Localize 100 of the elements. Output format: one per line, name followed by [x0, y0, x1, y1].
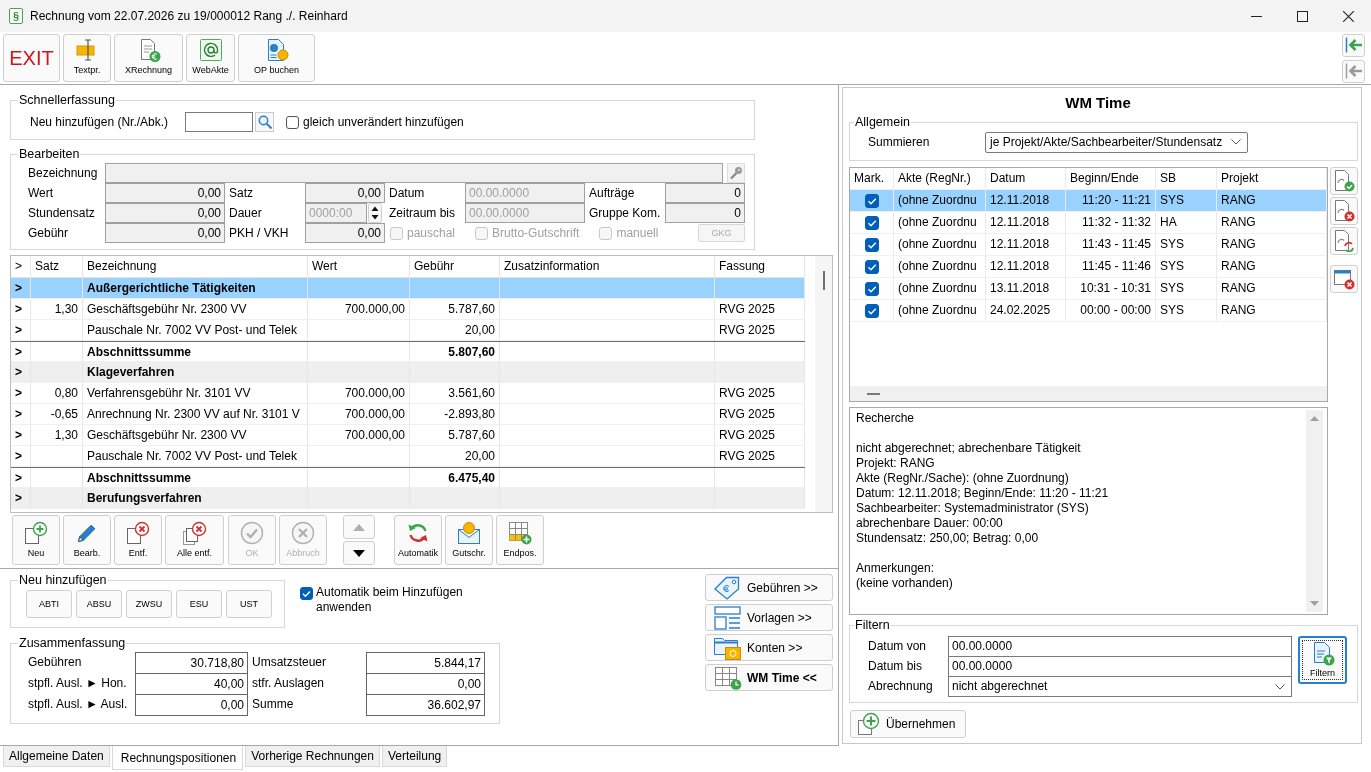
table-row[interactable]: > 1,30 Geschäftsgebühr Nr. 2300 VV 700.000,00 5.787,60 RVG 2025: [11, 425, 805, 446]
tab[interactable]: Allgemeine Daten: [3, 746, 110, 767]
input-field[interactable]: 0,00: [105, 183, 225, 203]
checkbox[interactable]: [864, 303, 879, 318]
table-row[interactable]: > Klageverfahren: [11, 362, 805, 383]
toolbar-button[interactable]: XRechnung: [114, 34, 183, 82]
add-button[interactable]: UST: [226, 590, 272, 618]
scroll-up-icon[interactable]: [1310, 416, 1319, 421]
table-row[interactable]: (ohne Zuordnu 12.11.2018 11:20 - 11:21 SYS RANG: [850, 190, 1327, 212]
action-button[interactable]: Entf.: [114, 515, 162, 565]
checkbox[interactable]: [864, 193, 879, 208]
window-title: Rechnung vom 22.07.2026 zu 19/000012 Rang ./. Reinhard: [30, 9, 348, 23]
group-title: Allgemein: [854, 115, 911, 130]
nav-button[interactable]: WM Time <<: [705, 664, 833, 691]
input-field[interactable]: [105, 163, 723, 183]
checkbox-label[interactable]: Automatik beim Hinzufügen anwenden: [316, 585, 481, 615]
table-cell: Außergerichtliche Tätigkeiten: [83, 278, 308, 298]
table-row[interactable]: > 1,30 Geschäftsgebühr Nr. 2300 VV 700.000,00 5.787,60 RVG 2025: [11, 299, 805, 320]
filter-button[interactable]: Filtern: [1298, 636, 1347, 684]
toolbar-button[interactable]: EXIT: [3, 34, 60, 82]
action-button[interactable]: Automatik: [394, 515, 442, 565]
nav-button[interactable]: Vorlagen >>: [705, 604, 833, 631]
column-header[interactable]: Mark.: [850, 168, 894, 189]
scrollbar-thumb[interactable]: [867, 392, 880, 395]
table-row[interactable]: > Berufungsverfahren: [11, 488, 805, 509]
side-button[interactable]: [1330, 265, 1358, 293]
toolbar-button[interactable]: OP buchen: [238, 34, 315, 82]
tab[interactable]: Verteilung: [381, 746, 448, 767]
column-header[interactable]: Beginn/Ende: [1066, 168, 1156, 189]
input-field[interactable]: 00.00.0000: [948, 656, 1292, 677]
checkbox[interactable]: [300, 587, 313, 600]
scrollbar-thumb[interactable]: [822, 271, 825, 290]
column-header[interactable]: Akte (RegNr.): [894, 168, 986, 189]
toolbar-button[interactable]: Textpr.: [63, 34, 111, 82]
add-button[interactable]: ABSU: [76, 590, 122, 618]
table-row[interactable]: > 0,80 Verfahrensgebühr Nr. 3101 VV 700.000,00 3.561,60 RVG 2025: [11, 383, 805, 404]
column-header[interactable]: Zusatzinformation: [500, 256, 715, 277]
column-header[interactable]: Fassung: [715, 256, 805, 277]
side-button[interactable]: [1330, 197, 1358, 225]
add-button[interactable]: ESU: [176, 590, 222, 618]
input-field[interactable]: 0,00: [105, 223, 225, 243]
minimize-icon[interactable]: [1250, 15, 1262, 17]
apply-button[interactable]: Übernehmen: [850, 710, 966, 738]
nav-button[interactable]: Gebühren >>: [705, 574, 833, 601]
input-field[interactable]: 0,00: [105, 203, 225, 223]
action-button[interactable]: Neu: [12, 515, 60, 565]
checkbox[interactable]: [864, 281, 879, 296]
tab[interactable]: Vorherige Rechnungen: [245, 746, 380, 767]
table-row[interactable]: (ohne Zuordnu 24.02.2025 00:00 - 00:00 SYS RANG: [850, 300, 1327, 322]
tab[interactable]: Rechnungspositionen: [111, 746, 244, 770]
move-down-button[interactable]: [343, 541, 375, 565]
input-field[interactable]: 0: [665, 203, 745, 223]
column-header[interactable]: >: [11, 256, 31, 277]
table-row[interactable]: > Pauschale Nr. 7002 VV Post- und Telek 20,00 RVG 2025: [11, 320, 805, 341]
input-field[interactable]: 0,00: [305, 183, 385, 203]
checkbox[interactable]: [864, 259, 879, 274]
search-button[interactable]: [255, 112, 274, 132]
column-header[interactable]: Datum: [986, 168, 1066, 189]
table-row[interactable]: (ohne Zuordnu 12.11.2018 11:45 - 11:46 SYS RANG: [850, 256, 1327, 278]
action-button[interactable]: Bearb.: [63, 515, 111, 565]
table-row[interactable]: (ohne Zuordnu 12.11.2018 11:32 - 11:32 HA RANG: [850, 212, 1327, 234]
input-field[interactable]: 0,00: [305, 223, 385, 243]
close-icon[interactable]: [1342, 10, 1354, 22]
vertical-scrollbar[interactable]: [815, 256, 832, 512]
input-field[interactable]: [185, 112, 253, 132]
action-button[interactable]: Gutschr.: [445, 515, 493, 565]
table-row[interactable]: > Pauschale Nr. 7002 VV Post- und Telek 20,00 RVG 2025: [11, 446, 805, 467]
input-field[interactable]: 00.00.0000: [948, 636, 1292, 657]
toolbar-button[interactable]: WebAkte: [186, 34, 235, 82]
scroll-down-icon[interactable]: [1310, 601, 1319, 606]
column-header[interactable]: Wert: [308, 256, 410, 277]
input-field[interactable]: 0: [665, 183, 745, 203]
dropdown[interactable]: je Projekt/Akte/Sachbearbeiter/Stundensatz: [985, 131, 1248, 153]
table-row[interactable]: (ohne Zuordnu 12.11.2018 11:43 - 11:45 SYS RANG: [850, 234, 1327, 256]
column-header[interactable]: SB: [1156, 168, 1217, 189]
side-button[interactable]: [1330, 167, 1358, 195]
column-header[interactable]: Projekt: [1217, 168, 1327, 189]
spinner-icon[interactable]: [368, 203, 382, 223]
vertical-scrollbar[interactable]: [1306, 410, 1323, 612]
maximize-icon[interactable]: [1296, 10, 1308, 22]
checkbox[interactable]: [286, 115, 299, 129]
checkbox[interactable]: [864, 237, 879, 252]
add-button[interactable]: ABTI: [26, 590, 72, 618]
checkbox-label[interactable]: gleich unverändert hinzufügen: [303, 115, 464, 129]
column-header[interactable]: Bezeichnung: [83, 256, 308, 277]
column-header[interactable]: Satz: [31, 256, 83, 277]
horizontal-scrollbar[interactable]: [850, 386, 1327, 401]
tool-button[interactable]: [727, 163, 745, 183]
add-button[interactable]: ZWSU: [126, 590, 172, 618]
dropdown[interactable]: nicht abgerechnet: [948, 676, 1292, 697]
table-row[interactable]: > -0,65 Anrechnung Nr. 2300 VV auf Nr. 3101 V 700.000,00 -2.893,80 RVG 2025: [11, 404, 805, 425]
column-header[interactable]: Gebühr: [410, 256, 500, 277]
table-row[interactable]: (ohne Zuordnu 13.11.2018 10:31 - 10:31 SYS RANG: [850, 278, 1327, 300]
action-button[interactable]: Endpos.: [496, 515, 544, 565]
nav-button[interactable]: Konten >>: [705, 634, 833, 661]
side-button[interactable]: [1330, 227, 1358, 255]
table-cell: RANG: [1217, 234, 1327, 255]
checkbox[interactable]: [864, 215, 879, 230]
action-button[interactable]: Alle entf.: [165, 515, 224, 565]
table-row[interactable]: > Außergerichtliche Tätigkeiten: [11, 278, 805, 299]
